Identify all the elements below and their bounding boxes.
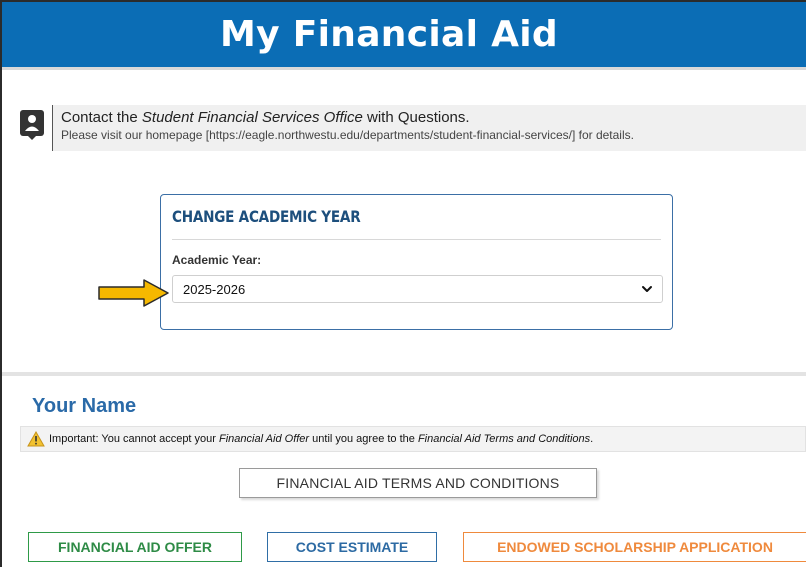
contact-heading-suffix: with Questions. [362, 109, 470, 126]
important-notice-text: Important: You cannot accept your Financ… [49, 433, 593, 445]
chevron-down-icon [642, 286, 652, 292]
contact-heading-prefix: Contact the [61, 109, 142, 126]
page-title: My Financial Aid [220, 14, 558, 55]
cost-estimate-button[interactable]: COST ESTIMATE [267, 532, 437, 562]
contact-heading: Contact the Student Financial Services O… [61, 108, 798, 127]
academic-year-selected-value: 2025-2026 [183, 281, 246, 297]
contact-office-name: Student Financial Services Office [141, 109, 363, 126]
contact-text: Contact the Student Financial Services O… [52, 105, 806, 151]
notice-middle: until you agree to the [309, 433, 418, 445]
notice-suffix: . [590, 433, 594, 445]
notice-prefix: Important: You cannot accept your [49, 433, 220, 445]
warning-icon [27, 431, 45, 447]
academic-year-select[interactable]: 2025-2026 [172, 275, 663, 303]
financial-aid-offer-button[interactable]: FINANCIAL AID OFFER [28, 532, 242, 562]
notice-offer-term: Financial Aid Offer [219, 433, 310, 445]
notice-terms-term: Financial Aid Terms and Conditions [417, 433, 591, 445]
important-notice: Important: You cannot accept your Financ… [20, 426, 806, 452]
change-academic-year-card: CHANGE ACADEMIC YEAR Academic Year: 2025… [160, 194, 673, 330]
endowed-scholarship-application-button[interactable]: ENDOWED SCHOLARSHIP APPLICATION [463, 532, 806, 562]
contact-homepage-text: Please visit our homepage [https://eagle… [61, 128, 634, 142]
header-banner: My Financial Aid [2, 2, 806, 70]
card-divider [172, 239, 661, 240]
terms-and-conditions-button[interactable]: FINANCIAL AID TERMS AND CONDITIONS [239, 468, 597, 498]
contact-card-icon [20, 110, 44, 140]
contact-icon-wrapper [12, 105, 52, 151]
card-title: CHANGE ACADEMIC YEAR [172, 207, 361, 226]
page-frame: My Financial Aid Contact the Student Fin… [0, 0, 806, 567]
academic-year-label: Academic Year: [172, 253, 262, 267]
section-divider [2, 372, 806, 376]
pointer-arrow-icon [98, 279, 169, 307]
student-name: Your Name [32, 395, 137, 417]
contact-notice: Contact the Student Financial Services O… [12, 105, 806, 151]
